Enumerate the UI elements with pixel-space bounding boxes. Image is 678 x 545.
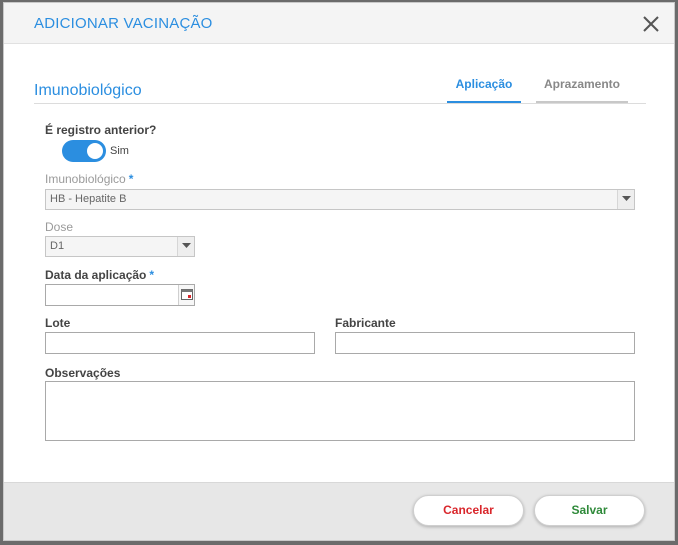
required-mark: *: [149, 268, 155, 282]
toggle-knob: [87, 143, 103, 159]
imunobiologico-label-text: Imunobiológico: [45, 172, 126, 186]
imunobiologico-select[interactable]: HB - Hepatite B: [45, 189, 635, 210]
imunobiologico-label: Imunobiológico *: [45, 172, 133, 186]
required-mark: *: [128, 172, 134, 186]
calendar-icon[interactable]: [178, 285, 194, 305]
chevron-down-icon[interactable]: [177, 237, 194, 256]
section-title: Imunobiológico: [34, 82, 142, 99]
modal-header: ADICIONAR VACINAÇÃO: [4, 3, 674, 44]
observacoes-textarea[interactable]: [45, 381, 635, 441]
dose-label: Dose: [45, 220, 74, 234]
add-vaccination-modal: ADICIONAR VACINAÇÃO Imunobiológico Aplic…: [3, 2, 675, 541]
dose-value: D1: [50, 240, 65, 252]
registro-anterior-label: É registro anterior?: [45, 123, 157, 137]
cancel-button[interactable]: Cancelar: [413, 495, 524, 526]
fabricante-label: Fabricante: [335, 316, 396, 330]
lote-input[interactable]: [45, 332, 315, 354]
close-icon[interactable]: [640, 13, 662, 35]
tab-aplicacao[interactable]: Aplicação: [447, 77, 521, 104]
modal-title: ADICIONAR VACINAÇÃO: [34, 15, 213, 32]
fabricante-input[interactable]: [335, 332, 635, 354]
observacoes-label: Observações: [45, 366, 121, 380]
lote-label: Lote: [45, 316, 71, 330]
chevron-down-icon[interactable]: [617, 190, 634, 209]
data-aplicacao-input[interactable]: [45, 284, 195, 306]
section-divider: [34, 103, 646, 104]
save-button[interactable]: Salvar: [534, 495, 645, 526]
dose-select[interactable]: D1: [45, 236, 195, 257]
registro-anterior-toggle[interactable]: [62, 140, 106, 162]
modal-footer: Cancelar Salvar: [4, 482, 674, 540]
toggle-text: Sim: [110, 145, 129, 157]
data-aplicacao-label-text: Data da aplicação: [45, 268, 147, 282]
imunobiologico-value: HB - Hepatite B: [50, 193, 127, 205]
tab-aprazamento[interactable]: Aprazamento: [536, 77, 628, 104]
data-aplicacao-label: Data da aplicação *: [45, 268, 154, 282]
